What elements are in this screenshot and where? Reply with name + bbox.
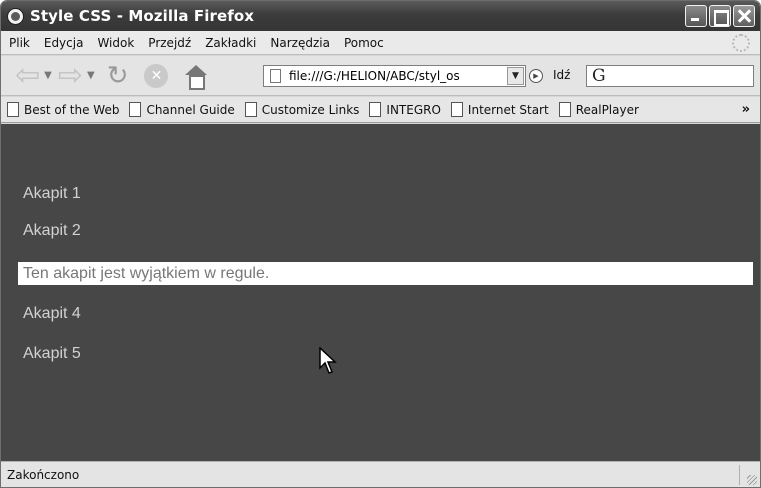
paragraph: Akapit 5 [23, 345, 81, 362]
menu-view[interactable]: Widok [90, 36, 141, 50]
bookmark-label: INTEGRO [386, 102, 441, 117]
window-title: Style CSS - Mozilla Firefox [30, 7, 255, 25]
page-icon [450, 102, 463, 117]
menu-file[interactable]: Plik [1, 36, 37, 50]
page-icon [7, 102, 19, 117]
forward-dropdown-icon[interactable]: ▼ [87, 70, 95, 81]
page-icon [558, 102, 571, 117]
back-dropdown-icon[interactable]: ▼ [44, 70, 52, 81]
address-input[interactable]: file:///G:/HELION/ABC/styl_os [289, 69, 495, 83]
menu-edit[interactable]: Edycja [37, 36, 91, 50]
address-dropdown-button[interactable]: ▼ [507, 67, 524, 85]
home-icon[interactable] [184, 64, 208, 90]
bookmark-label: Best of the Web [24, 102, 120, 117]
browser-window: Style CSS - Mozilla Firefox Plik Edycja … [0, 0, 761, 488]
bookmark-label: Internet Start [467, 102, 549, 117]
go-icon[interactable]: ▶ [529, 69, 543, 83]
paragraph: Akapit 1 [23, 185, 81, 202]
bookmark-item[interactable]: Channel Guide [129, 102, 235, 117]
bookmarks-toolbar: Best of the Web Channel Guide Customize … [1, 97, 760, 123]
stop-icon[interactable]: ✕ [144, 63, 169, 88]
menu-bookmarks[interactable]: Zakładki [198, 36, 263, 50]
maximize-button[interactable] [709, 5, 731, 27]
highlighted-paragraph: Ten akapit jest wyjątkiem w regule. [18, 262, 753, 285]
bookmark-label: RealPlayer [575, 102, 639, 117]
page-icon [369, 102, 382, 117]
forward-arrow-icon[interactable]: ⇨ [58, 60, 83, 91]
bookmark-item[interactable]: Internet Start [450, 102, 549, 117]
status-bar: Zakończono [1, 461, 760, 487]
paragraph: Akapit 4 [23, 305, 81, 322]
page-icon [129, 102, 142, 117]
mouse-cursor-icon [319, 347, 337, 374]
address-bar[interactable]: file:///G:/HELION/ABC/styl_os ▼ [263, 65, 526, 87]
menu-bar: Plik Edycja Widok Przejdź Zakładki Narzę… [1, 31, 760, 55]
reload-icon[interactable]: ↻ [107, 61, 129, 91]
go-button-label[interactable]: Idź [553, 68, 570, 82]
bookmark-label: Channel Guide [146, 102, 235, 117]
navigation-toolbar: ⇦ ▼ ⇨ ▼ ↻ ✕ file:///G:/HELION/ABC/styl_o… [1, 56, 760, 96]
paragraph: Akapit 2 [23, 222, 81, 239]
menu-help[interactable]: Pomoc [337, 36, 391, 50]
throbber-icon [732, 34, 750, 52]
page-icon [244, 102, 257, 117]
bookmark-item[interactable]: Customize Links [244, 102, 360, 117]
search-box[interactable]: G [586, 65, 754, 87]
menu-tools[interactable]: Narzędzia [263, 36, 337, 50]
bookmark-label: Customize Links [261, 102, 360, 117]
page-icon [270, 69, 281, 83]
menu-go[interactable]: Przejdź [141, 36, 198, 50]
firefox-icon [7, 7, 24, 25]
bookmark-item[interactable]: RealPlayer [558, 102, 639, 117]
google-search-icon[interactable]: G [592, 66, 606, 86]
resize-grip-icon[interactable] [747, 475, 757, 485]
status-divider [739, 465, 740, 485]
bookmark-item[interactable]: INTEGRO [369, 102, 441, 117]
window-controls [685, 5, 755, 27]
status-text: Zakończono [7, 468, 80, 482]
back-arrow-icon[interactable]: ⇦ [15, 60, 40, 91]
close-button[interactable] [733, 5, 755, 27]
page-content: Akapit 1 Akapit 2 Ten akapit jest wyjątk… [1, 124, 760, 461]
title-bar[interactable]: Style CSS - Mozilla Firefox [1, 1, 760, 31]
bookmark-item[interactable]: Best of the Web [7, 102, 119, 117]
minimize-button[interactable] [685, 5, 707, 27]
bookmarks-overflow-button[interactable]: » [742, 102, 750, 117]
